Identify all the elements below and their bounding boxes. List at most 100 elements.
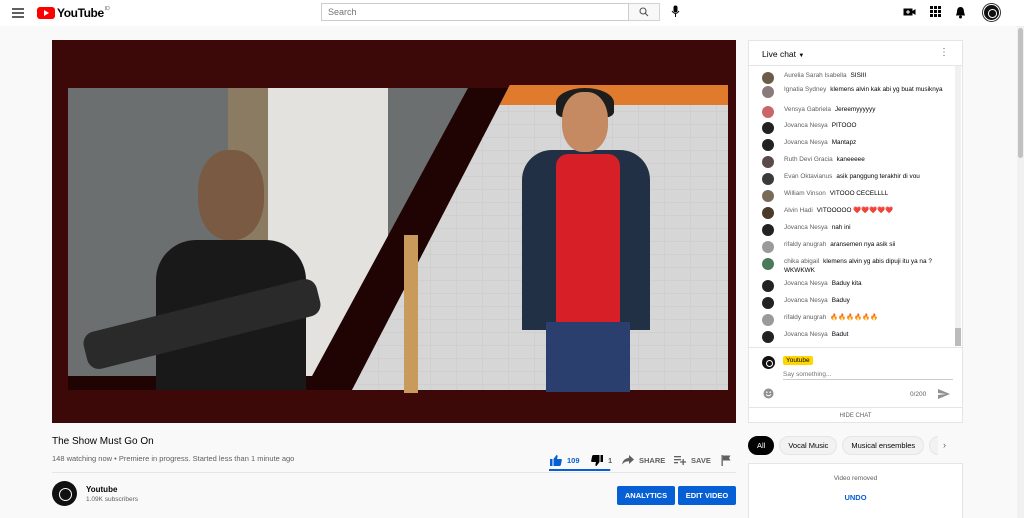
- chat-message[interactable]: Ignatia Sydney klemens alvin kak abi yg b…: [762, 86, 947, 98]
- chat-author-avatar: [762, 241, 774, 253]
- chat-message-text: Baduy kita: [831, 280, 862, 287]
- chat-author-avatar: [762, 331, 774, 343]
- playlist-add-icon: [674, 455, 686, 465]
- undo-button[interactable]: UNDO: [749, 493, 962, 502]
- chat-message[interactable]: rifaldy anugrah aransemen nya asik sii: [762, 241, 947, 253]
- chat-author-name: Ignatia Sydney: [784, 86, 827, 93]
- chat-author-avatar: [762, 207, 774, 219]
- page-scroll-thumb[interactable]: [1018, 28, 1023, 158]
- chat-more-options-icon[interactable]: ⋮: [939, 47, 949, 58]
- filter-chip[interactable]: Vocal Music: [779, 436, 838, 455]
- chat-author-name: Jovanca Nesya: [784, 224, 828, 231]
- logo-country: ID: [104, 6, 110, 12]
- analytics-button[interactable]: ANALYTICS: [617, 486, 675, 505]
- chat-message[interactable]: Vensya Gabriela Jereemyyyyyy: [762, 106, 947, 118]
- chat-message[interactable]: Jovanca Nesya Badut: [762, 331, 947, 343]
- chat-message[interactable]: William Vinson VITOOO CECELLLL: [762, 190, 947, 202]
- channel-name[interactable]: Youtube: [86, 485, 117, 494]
- filter-chip[interactable]: All: [748, 436, 775, 455]
- chat-message[interactable]: Aurelia Sarah Isabella SISIII: [762, 72, 947, 84]
- chat-author-avatar: [762, 156, 774, 168]
- thumbs-down-icon: [591, 454, 603, 466]
- chat-author-avatar: [762, 106, 774, 118]
- chat-user-name: Youtube: [783, 356, 813, 365]
- filter-chip[interactable]: Musical ensembles: [842, 436, 925, 455]
- like-ratio-fill: [549, 469, 611, 471]
- video-player[interactable]: [52, 40, 736, 423]
- filter-chip[interactable]: Fi: [929, 436, 938, 455]
- chat-message[interactable]: Jovanca Nesya Mantapz: [762, 139, 947, 151]
- chat-input-area: Youtube 0/200: [749, 347, 962, 407]
- chat-message[interactable]: chika abigail klemens alvin yg abis dipuj…: [762, 258, 947, 275]
- share-button[interactable]: SHARE: [622, 453, 665, 467]
- hide-chat-button[interactable]: HIDE CHAT: [749, 407, 962, 423]
- chat-message-text: nah ini: [831, 224, 851, 231]
- like-button[interactable]: 109: [550, 453, 580, 467]
- chat-message[interactable]: Jovanca Nesya nah ini: [762, 224, 947, 236]
- save-label: SAVE: [691, 455, 711, 465]
- chat-author-avatar: [762, 86, 774, 98]
- chat-author-avatar: [762, 280, 774, 292]
- save-button[interactable]: SAVE: [674, 453, 711, 467]
- dislike-button[interactable]: 1: [591, 453, 612, 467]
- live-chat-mode-dropdown[interactable]: Live chat ▼: [762, 49, 804, 59]
- chat-message-text: 🔥🔥🔥🔥🔥🔥: [830, 314, 879, 321]
- notifications-bell-icon[interactable]: [955, 6, 966, 19]
- share-icon: [622, 455, 634, 465]
- chat-message-text: klemens alvin kak abi yg buat musiknya: [830, 86, 943, 93]
- chat-message[interactable]: rifaldy anugrah 🔥🔥🔥🔥🔥🔥: [762, 314, 947, 326]
- chat-message-text: VITOOOOO ❤️❤️❤️❤️❤️: [816, 207, 894, 214]
- chat-author-name: rifaldy anugrah: [784, 241, 827, 248]
- channel-avatar[interactable]: [52, 481, 77, 506]
- chevron-right-icon[interactable]: ›: [943, 440, 946, 450]
- top-bar: YouTube ID: [0, 0, 1024, 26]
- chat-message[interactable]: Ruth Devi Gracia kaneeeee: [762, 156, 947, 168]
- chat-author-name: rifaldy anugrah: [784, 314, 827, 321]
- chat-author-avatar: [762, 173, 774, 185]
- chat-message[interactable]: Evan Oktavianus asik panggung terakhir di…: [762, 173, 947, 185]
- chat-message-text: Badut: [831, 331, 849, 338]
- video-standing-bass: [404, 235, 418, 393]
- chat-author-name: Aurelia Sarah Isabella: [784, 72, 847, 79]
- chat-message-input[interactable]: [783, 370, 953, 380]
- channel-subscribers: 1.09K subscribers: [86, 496, 139, 503]
- chat-message[interactable]: Jovanca Nesya Baduy: [762, 297, 947, 309]
- account-avatar[interactable]: [983, 4, 1000, 21]
- chat-author-name: Jovanca Nesya: [784, 280, 828, 287]
- emoji-icon[interactable]: [763, 388, 774, 399]
- share-label: SHARE: [639, 455, 666, 465]
- apps-icon[interactable]: [930, 6, 941, 17]
- search-button[interactable]: [629, 3, 660, 21]
- video-title: The Show Must Go On: [52, 436, 154, 447]
- chat-message[interactable]: Alvin Hadi VITOOOOO ❤️❤️❤️❤️❤️: [762, 207, 947, 219]
- youtube-play-icon: [37, 7, 55, 19]
- chat-author-name: Vensya Gabriela: [784, 106, 831, 113]
- edit-video-button[interactable]: EDIT VIDEO: [678, 486, 736, 505]
- chat-message-text: Mantapz: [831, 139, 857, 146]
- chat-message-text: Jereemyyyyyy: [834, 106, 876, 113]
- chat-message-text: SISIII: [850, 72, 867, 79]
- microphone-icon[interactable]: [671, 5, 680, 18]
- create-video-icon[interactable]: [903, 6, 916, 18]
- chat-message[interactable]: Jovanca Nesya Baduy kita: [762, 280, 947, 292]
- send-icon[interactable]: [938, 389, 950, 399]
- live-chat-header: Live chat ▼ ⋮: [749, 41, 962, 66]
- dropdown-caret-icon: ▼: [798, 53, 805, 59]
- dislike-count: 1: [608, 455, 613, 465]
- chat-message-text: asik panggung terakhir di vou: [836, 173, 920, 180]
- chat-message[interactable]: Jovanca Nesya PITOOO: [762, 122, 947, 134]
- search-icon: [639, 7, 649, 17]
- report-button[interactable]: [721, 453, 731, 467]
- chat-author-name: chika abigail: [784, 258, 820, 265]
- chat-author-name: Evan Oktavianus: [784, 173, 833, 180]
- menu-icon[interactable]: [12, 8, 24, 18]
- chat-messages-list[interactable]: Aurelia Sarah Isabella SISIII Ignatia Sydn…: [749, 66, 954, 346]
- chat-author-name: William Vinson: [784, 190, 826, 197]
- chat-message-text: aransemen nya asik sii: [830, 241, 896, 248]
- chat-author-name: Jovanca Nesya: [784, 297, 828, 304]
- chat-scroll-thumb[interactable]: [955, 328, 961, 346]
- chat-scrollbar[interactable]: [955, 66, 961, 346]
- search-input[interactable]: [321, 3, 629, 21]
- page-scrollbar[interactable]: [1017, 26, 1024, 518]
- youtube-logo[interactable]: YouTube ID: [37, 6, 110, 20]
